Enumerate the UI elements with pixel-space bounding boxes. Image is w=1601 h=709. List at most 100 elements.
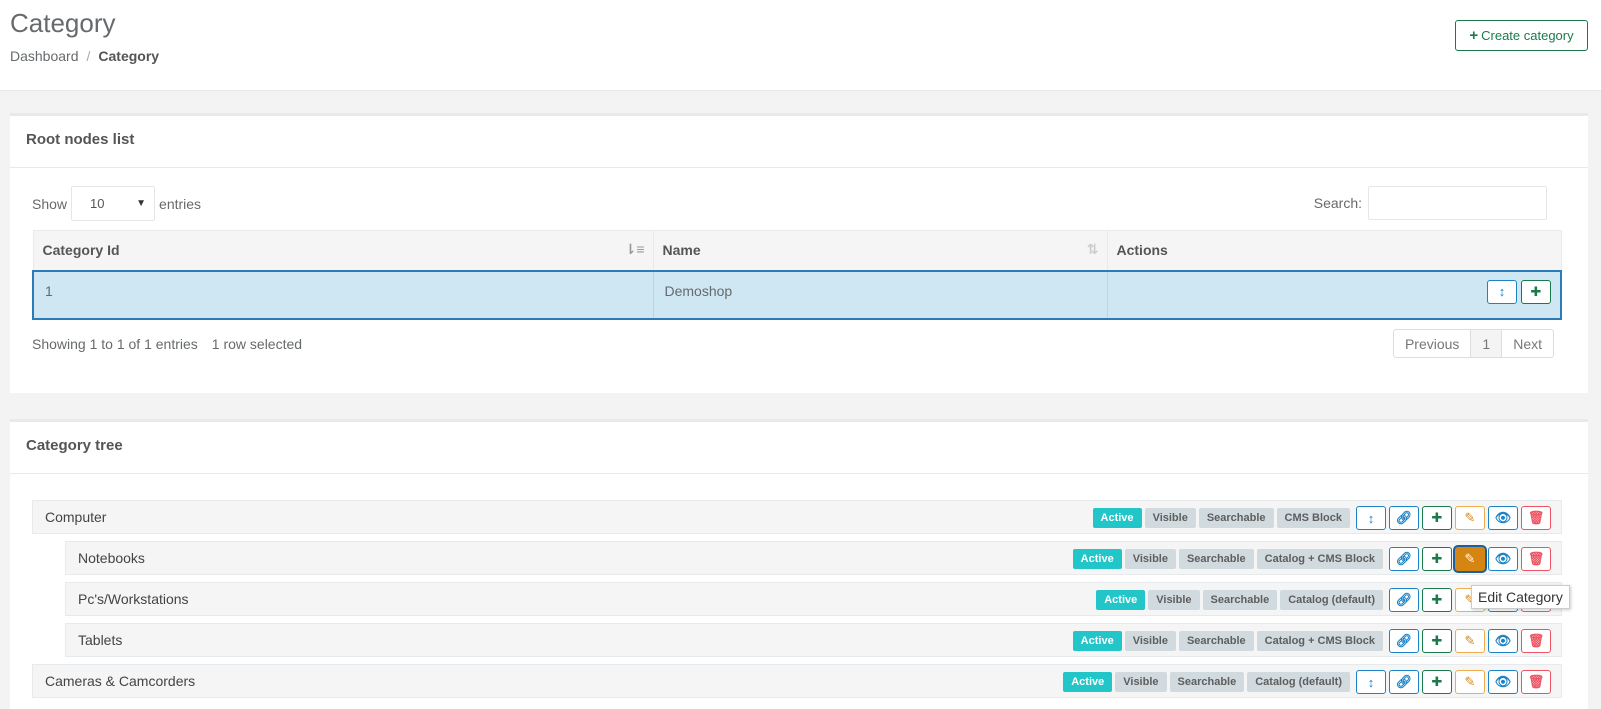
delete-button[interactable]: 🗑︎ [1521, 506, 1551, 530]
move-button[interactable]: ↕ [1356, 506, 1386, 530]
link-icon: 🔗︎ [1395, 510, 1413, 525]
eye-icon: 👁︎ [1494, 510, 1512, 525]
plus-icon: ✚ [1431, 633, 1443, 648]
template-badge: Catalog (default) [1247, 672, 1350, 692]
view-button[interactable]: 👁︎ [1488, 547, 1518, 571]
next-page-button[interactable]: Next [1501, 329, 1554, 358]
page-title: Category [10, 8, 116, 38]
edit-button[interactable]: ✎ [1455, 547, 1485, 571]
edit-button[interactable]: ✎ [1455, 670, 1485, 694]
table-info: Showing 1 to 1 of 1 entries 1 row select… [32, 336, 302, 352]
link-button[interactable]: 🔗︎ [1389, 547, 1419, 571]
template-badge: Catalog + CMS Block [1256, 549, 1383, 569]
page-1-button[interactable]: 1 [1470, 329, 1503, 358]
tree-node-notebooks[interactable]: Notebooks Active Visible Searchable Cata… [65, 541, 1562, 575]
link-icon: 🔗︎ [1395, 674, 1413, 689]
link-button[interactable]: 🔗︎ [1389, 588, 1419, 612]
column-header-actions: Actions [1106, 230, 1562, 271]
column-header-category-id[interactable]: Category Id ⇂≡ [32, 230, 654, 271]
status-badge: Active [1063, 672, 1113, 692]
length-control: Show 10 ▼ entries [32, 186, 201, 221]
cell-name: Demoshop [652, 269, 1108, 320]
link-icon: 🔗︎ [1395, 551, 1413, 566]
pencil-icon: ✎ [1464, 633, 1476, 648]
pencil-icon: ✎ [1464, 551, 1476, 566]
template-badge: Catalog + CMS Block [1256, 631, 1383, 651]
plus-icon: ✚ [1431, 510, 1443, 525]
status-badge: Searchable [1178, 549, 1254, 569]
sort-icon: ⇅ [1086, 241, 1099, 257]
node-actions: 🔗︎ ✚ ✎ 👁︎ 🗑︎ [1389, 547, 1551, 571]
status-badge: Active [1096, 590, 1146, 610]
add-child-button[interactable]: ✚ [1422, 588, 1452, 612]
breadcrumb-dashboard-link[interactable]: Dashboard [10, 48, 79, 64]
link-button[interactable]: 🔗︎ [1389, 629, 1419, 653]
entries-select-value: 10 [90, 196, 105, 211]
plus-icon: ✚ [1530, 283, 1542, 299]
vertical-arrows-icon: ↕ [1367, 510, 1375, 526]
tree-node-tablets[interactable]: Tablets Active Visible Searchable Catalo… [65, 623, 1562, 657]
delete-button[interactable]: 🗑︎ [1521, 629, 1551, 653]
link-button[interactable]: 🔗︎ [1389, 506, 1419, 530]
create-category-label: Create category [1481, 28, 1574, 43]
node-tools: Active Visible Searchable Catalog + CMS … [1072, 547, 1551, 571]
delete-button[interactable]: 🗑︎ [1521, 547, 1551, 571]
search-input[interactable] [1368, 186, 1547, 220]
breadcrumb-separator: / [86, 48, 91, 64]
column-header-name[interactable]: Name ⇅ [652, 230, 1108, 271]
view-button[interactable]: 👁︎ [1488, 506, 1518, 530]
cell-category-id: 1 [32, 269, 654, 320]
breadcrumb-current: Category [98, 48, 160, 64]
previous-page-button[interactable]: Previous [1392, 329, 1472, 358]
entries-select[interactable]: 10 ▼ [71, 186, 156, 221]
status-badge: Visible [1124, 549, 1176, 569]
plus-icon: ✚ [1431, 592, 1443, 607]
root-nodes-title: Root nodes list [10, 116, 1588, 168]
plus-icon: + [1469, 27, 1479, 44]
tree-node-label: Pc's/Workstations [78, 591, 189, 607]
add-child-button[interactable]: ✚ [1422, 547, 1452, 571]
add-child-button[interactable]: ✚ [1521, 279, 1551, 304]
sort-ascending-icon: ⇂≡ [624, 241, 645, 257]
status-badge: Visible [1148, 590, 1200, 610]
root-nodes-table: Category Id ⇂≡ Name ⇅ Actions 1 Demoshop… [32, 230, 1562, 320]
tree-node-label: Tablets [78, 632, 123, 648]
add-child-button[interactable]: ✚ [1422, 629, 1452, 653]
status-badge: Searchable [1169, 672, 1245, 692]
status-badge: Searchable [1202, 590, 1278, 610]
edit-button[interactable]: ✎ [1455, 506, 1485, 530]
tree-node-cameras-camcorders[interactable]: Cameras & Camcorders Active Visible Sear… [32, 664, 1562, 698]
trash-icon: 🗑︎ [1527, 674, 1545, 689]
node-tools: Active Visible Searchable CMS Block ↕ 🔗︎… [1092, 506, 1551, 530]
link-icon: 🔗︎ [1395, 633, 1413, 648]
pagination: Previous 1 Next [1392, 329, 1554, 358]
show-label: Show [32, 195, 68, 212]
trash-icon: 🗑︎ [1527, 510, 1545, 525]
create-category-button[interactable]: + Create category [1455, 20, 1588, 51]
entries-label: entries [159, 195, 202, 212]
pencil-icon: ✎ [1464, 674, 1476, 689]
tree-node-label: Cameras & Camcorders [45, 673, 196, 689]
status-badge: Visible [1144, 508, 1196, 528]
table-row[interactable]: 1 Demoshop ↕ ✚ [32, 269, 1562, 320]
cell-actions: ↕ ✚ [1106, 269, 1562, 320]
view-button[interactable]: 👁︎ [1488, 629, 1518, 653]
eye-icon: 👁︎ [1494, 633, 1512, 648]
status-badge: Searchable [1178, 631, 1254, 651]
status-badge: Visible [1124, 631, 1176, 651]
add-child-button[interactable]: ✚ [1422, 670, 1452, 694]
breadcrumb: Dashboard / Category [10, 48, 159, 64]
delete-button[interactable]: 🗑︎ [1521, 670, 1551, 694]
edit-button[interactable]: ✎ [1455, 629, 1485, 653]
move-button[interactable]: ↕ [1356, 670, 1386, 694]
link-button[interactable]: 🔗︎ [1389, 670, 1419, 694]
add-child-button[interactable]: ✚ [1422, 506, 1452, 530]
node-tools: Active Visible Searchable Catalog (defau… [1063, 670, 1551, 694]
status-badge: Active [1072, 549, 1122, 569]
tree-node-computer[interactable]: Computer Active Visible Searchable CMS B… [32, 500, 1562, 534]
category-tree-title: Category tree [10, 422, 1588, 474]
tree-node-pcs-workstations[interactable]: Pc's/Workstations Active Visible Searcha… [65, 582, 1562, 616]
eye-icon: 👁︎ [1494, 551, 1512, 566]
move-button[interactable]: ↕ [1487, 279, 1517, 304]
view-button[interactable]: 👁︎ [1488, 670, 1518, 694]
